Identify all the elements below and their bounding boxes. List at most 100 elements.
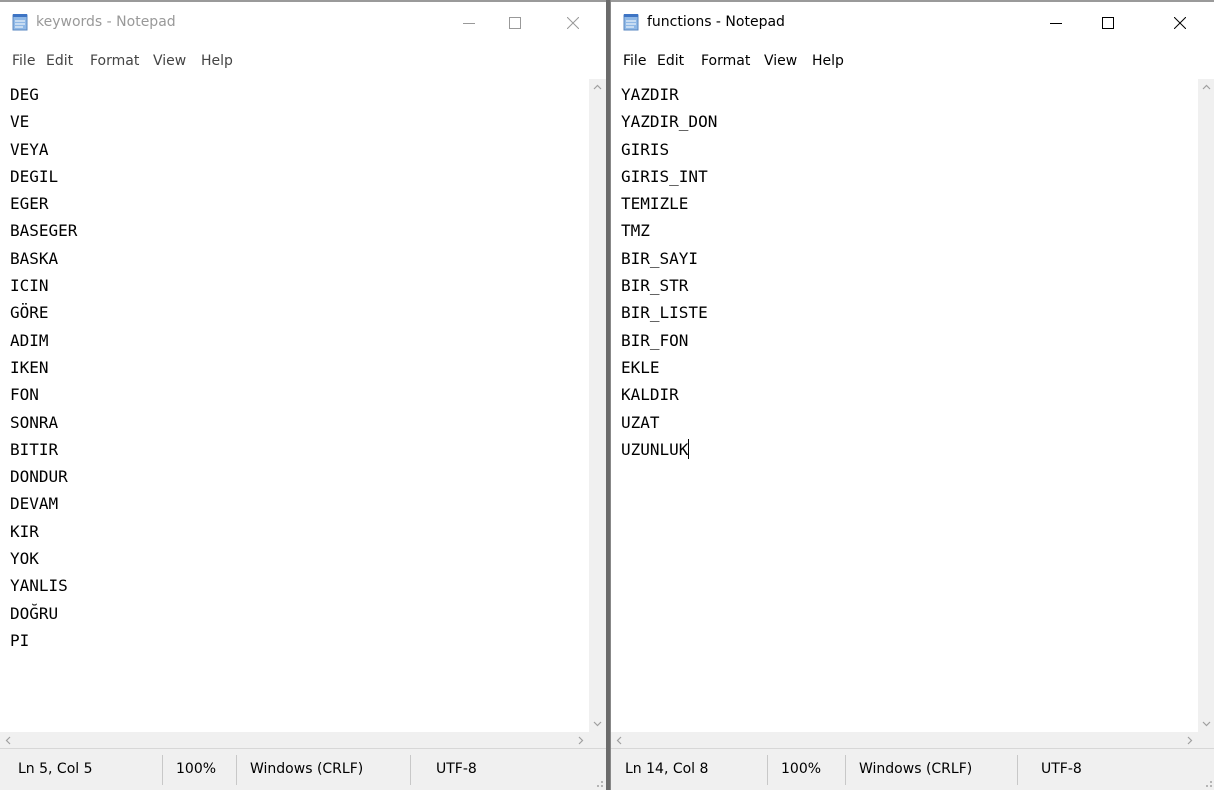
text-line: ADIM [10, 327, 77, 354]
text-line: GIRIS [621, 136, 717, 163]
line-text: ADIM [10, 330, 49, 350]
line-text: BIR_LISTE [621, 303, 708, 323]
text-line: GIRIS_INT [621, 163, 717, 190]
text-line: YAZDIR [621, 81, 717, 108]
line-text: BIR_FON [621, 330, 689, 350]
menu-view[interactable]: View [764, 52, 797, 70]
menu-help[interactable]: Help [812, 52, 844, 70]
line-text: DONDUR [10, 467, 68, 487]
line-text: TMZ [621, 221, 650, 241]
line-text: DEVAM [10, 494, 59, 514]
notepad-icon [12, 14, 28, 31]
notepad-icon [623, 14, 639, 31]
status-position: Ln 14, Col 8 [625, 761, 709, 777]
status-bar: Ln 5, Col 5 100% Windows (CRLF) UTF-8 [0, 748, 606, 790]
text-line: GÖRE [10, 299, 77, 326]
text-line: KIR [10, 518, 77, 545]
chevron-up-icon[interactable] [589, 79, 606, 96]
title-bar[interactable]: keywords - Notepad [0, 0, 606, 46]
horizontal-scrollbar[interactable] [611, 732, 1198, 749]
scrollbar-corner [1198, 732, 1214, 749]
line-text: YAZDIR [621, 85, 679, 104]
status-zoom: 100% [176, 761, 217, 777]
text-line: BIR_LISTE [621, 299, 717, 326]
window-title: functions - Notepad [647, 14, 785, 30]
line-text: VEYA [10, 139, 49, 159]
text-line: DONDUR [10, 463, 77, 490]
minimize-icon [1050, 23, 1062, 24]
chevron-right-icon[interactable] [572, 732, 589, 749]
line-text: VE [10, 112, 30, 132]
text-line: PI [10, 627, 77, 654]
text-editor[interactable]: YAZDIR YAZDIR_DON GIRIS GIRIS_INT TEMIZLE TMZ… [611, 79, 1198, 732]
status-position: Ln 5, Col 5 [18, 761, 93, 777]
line-text: YOK [10, 549, 39, 569]
maximize-icon [1102, 17, 1114, 29]
text-line: IKEN [10, 354, 77, 381]
resize-grip-icon[interactable] [592, 776, 604, 788]
scrollbar-corner [589, 732, 606, 749]
maximize-button[interactable] [1085, 0, 1131, 46]
close-button[interactable] [550, 0, 596, 46]
line-text: UZAT [621, 412, 660, 432]
text-line: EGER [10, 190, 77, 217]
text-content: DEG VE VEYA DEGIL EGER BASEGER BASKA ICIN GÖRE AD… [10, 81, 77, 654]
text-line: VEYA [10, 136, 77, 163]
menu-bar: File Edit Format View Help [611, 46, 1214, 74]
menu-file[interactable]: File [12, 52, 35, 70]
window-top-border [0, 0, 606, 2]
vertical-scrollbar[interactable] [1198, 79, 1214, 732]
text-line: YAZDIR_DON [621, 108, 717, 135]
status-separator [236, 755, 237, 785]
chevron-down-icon[interactable] [1198, 715, 1214, 732]
status-zoom: 100% [781, 761, 822, 777]
horizontal-scrollbar[interactable] [0, 732, 589, 749]
menu-edit[interactable]: Edit [657, 52, 684, 70]
line-text: KALDIR [621, 385, 679, 405]
menu-view[interactable]: View [153, 52, 186, 70]
menu-format[interactable]: Format [90, 52, 139, 70]
status-separator [767, 755, 768, 785]
close-button[interactable] [1157, 0, 1203, 46]
maximize-icon [509, 17, 521, 29]
status-separator [162, 755, 163, 785]
status-encoding: UTF-8 [436, 761, 477, 777]
resize-grip-icon[interactable] [1201, 776, 1213, 788]
text-line: TMZ [621, 217, 717, 244]
chevron-down-icon[interactable] [589, 715, 606, 732]
line-text: BIR_SAYI [621, 248, 699, 268]
notepad-window-functions[interactable]: functions - Notepad File Edit Format Vie… [610, 0, 1214, 790]
line-text: IKEN [10, 357, 49, 377]
text-line: VE [10, 108, 77, 135]
minimize-button[interactable] [446, 0, 492, 46]
menu-format[interactable]: Format [701, 52, 750, 70]
menu-help[interactable]: Help [201, 52, 233, 70]
window-top-border [611, 0, 1214, 2]
chevron-up-icon[interactable] [1198, 79, 1214, 96]
chevron-left-icon[interactable] [0, 732, 17, 749]
notepad-window-keywords[interactable]: keywords - Notepad File Edit Format View… [0, 0, 606, 790]
text-line: SONRA [10, 409, 77, 436]
line-text: TEMIZLE [621, 194, 689, 214]
close-icon [1174, 17, 1186, 29]
chevron-right-icon[interactable] [1181, 732, 1198, 749]
vertical-scrollbar[interactable] [589, 79, 606, 732]
line-text: GÖRE [10, 303, 49, 323]
minimize-button[interactable] [1033, 0, 1079, 46]
menu-file[interactable]: File [623, 52, 646, 70]
status-line-endings: Windows (CRLF) [859, 761, 973, 777]
window-title: keywords - Notepad [36, 14, 176, 30]
line-text: DEG [10, 85, 39, 104]
line-text: BASEGER [10, 221, 78, 241]
text-line: TEMIZLE [621, 190, 717, 217]
close-icon [567, 17, 579, 29]
menu-edit[interactable]: Edit [46, 52, 73, 70]
maximize-button[interactable] [492, 0, 538, 46]
text-line: UZUNLUK [621, 436, 717, 463]
text-line: FON [10, 381, 77, 408]
text-content: YAZDIR YAZDIR_DON GIRIS GIRIS_INT TEMIZLE TMZ… [621, 81, 717, 463]
chevron-left-icon[interactable] [611, 732, 628, 749]
text-editor[interactable]: DEG VE VEYA DEGIL EGER BASEGER BASKA ICIN GÖRE AD… [0, 79, 589, 732]
title-bar[interactable]: functions - Notepad [611, 0, 1214, 46]
line-text: DOĞRU [10, 603, 59, 623]
